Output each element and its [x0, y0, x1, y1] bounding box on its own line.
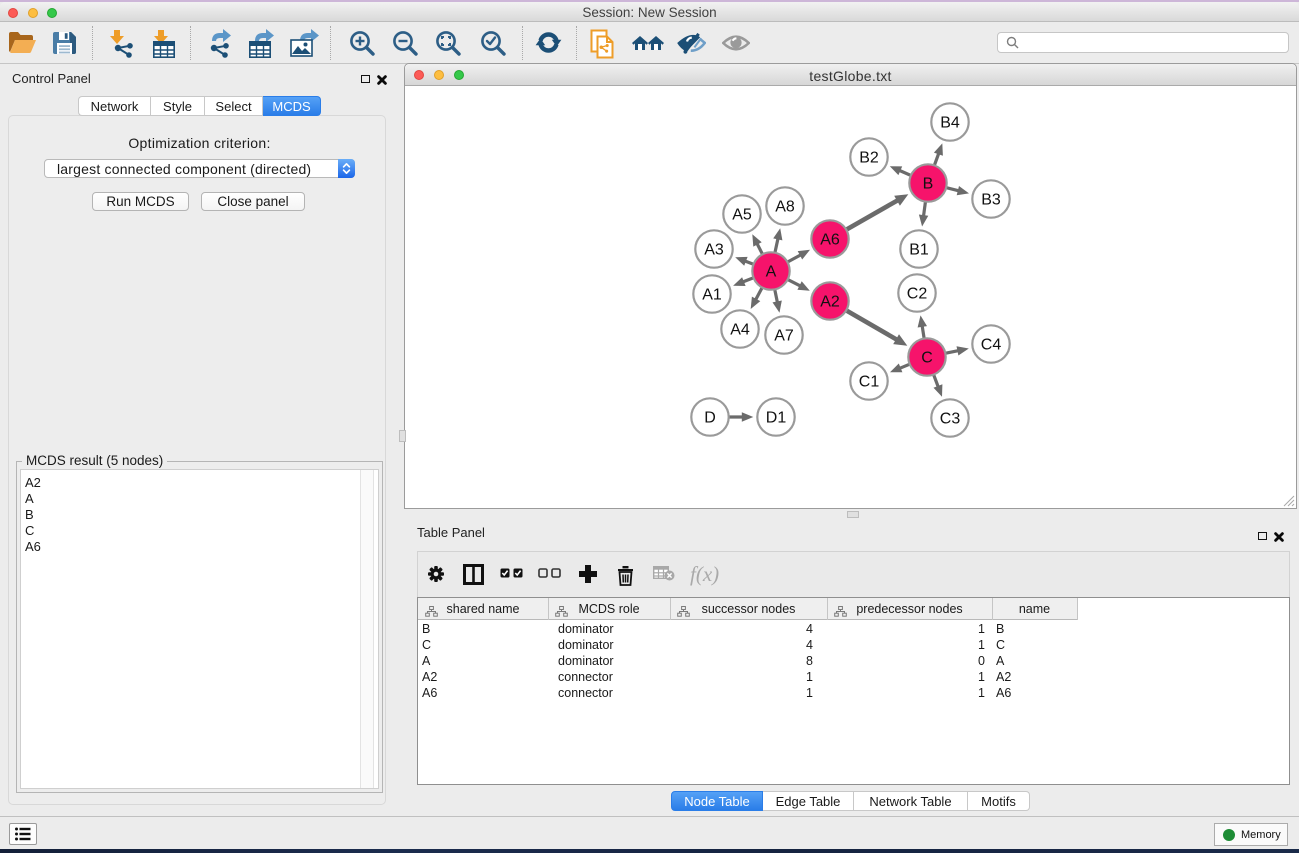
svg-text:A1: A1: [702, 287, 722, 304]
svg-text:C4: C4: [981, 337, 1002, 354]
svg-text:B2: B2: [859, 150, 879, 167]
svg-text:A4: A4: [730, 322, 750, 339]
svg-text:C: C: [921, 350, 933, 367]
svg-text:A5: A5: [732, 207, 752, 224]
svg-text:B1: B1: [909, 242, 929, 259]
svg-text:D: D: [704, 410, 716, 427]
svg-text:B3: B3: [981, 192, 1001, 209]
svg-text:C2: C2: [907, 286, 928, 303]
svg-text:A7: A7: [774, 328, 794, 345]
svg-text:C1: C1: [859, 374, 880, 391]
svg-text:C3: C3: [940, 411, 961, 428]
svg-text:A8: A8: [775, 199, 795, 216]
svg-text:A6: A6: [820, 232, 840, 249]
svg-text:A2: A2: [820, 294, 840, 311]
svg-text:A: A: [766, 264, 777, 281]
svg-text:B: B: [923, 176, 934, 193]
svg-text:A3: A3: [704, 242, 724, 259]
svg-text:D1: D1: [766, 410, 787, 427]
svg-text:B4: B4: [940, 115, 960, 132]
